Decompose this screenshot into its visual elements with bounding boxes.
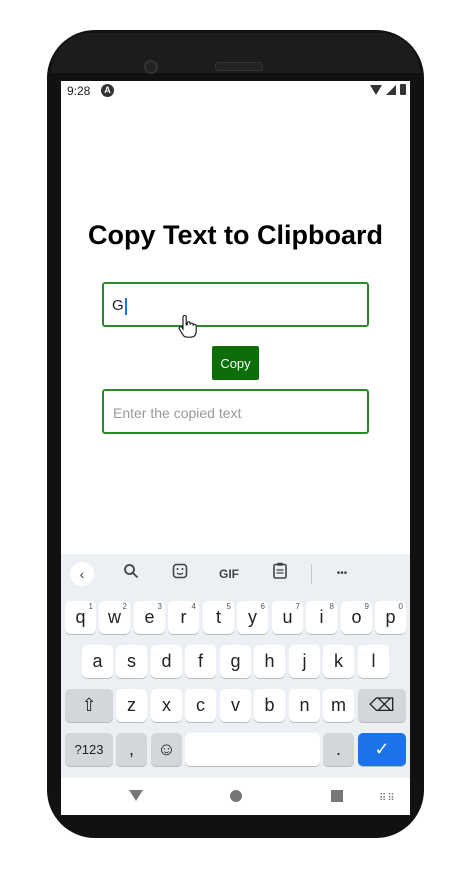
comma-key[interactable]: , — [116, 733, 147, 766]
nav-recents-icon[interactable] — [331, 790, 343, 802]
key-c[interactable]: c — [185, 689, 216, 722]
key-z[interactable]: z — [116, 689, 147, 722]
enter-key[interactable]: ✓ — [358, 733, 406, 766]
key-v[interactable]: v — [220, 689, 251, 722]
key-label: o — [351, 607, 362, 627]
key-hint: 4 — [191, 602, 196, 611]
input-value: G — [112, 297, 124, 314]
battery-icon — [400, 84, 406, 95]
key-hint: 1 — [88, 602, 93, 611]
status-bar: 9:28 A — [61, 81, 410, 101]
key-k[interactable]: k — [323, 645, 354, 678]
front-camera — [144, 60, 158, 74]
sticker-icon[interactable] — [168, 562, 192, 586]
key-hint: 6 — [260, 602, 265, 611]
key-label: e — [144, 607, 155, 627]
key-label: y — [248, 607, 257, 627]
key-hint: 8 — [329, 602, 334, 611]
key-b[interactable]: b — [254, 689, 285, 722]
keyboard-toolbar: ‹ GIF ••• — [61, 554, 410, 594]
copy-text-input[interactable]: G — [102, 282, 369, 327]
key-hint: 0 — [398, 602, 403, 611]
search-icon[interactable] — [119, 562, 143, 586]
key-l[interactable]: l — [358, 645, 389, 678]
period-key[interactable]: . — [323, 733, 354, 766]
gif-button[interactable]: GIF — [213, 562, 245, 586]
backspace-key[interactable]: ⌫ — [358, 689, 406, 722]
key-r[interactable]: r4 — [168, 601, 199, 634]
key-o[interactable]: o9 — [341, 601, 372, 634]
earpiece-speaker — [215, 62, 263, 71]
key-label: t — [215, 607, 221, 627]
more-options-icon[interactable]: ••• — [330, 562, 354, 586]
toolbar-divider — [311, 564, 312, 584]
key-hint: 2 — [122, 602, 127, 611]
key-u[interactable]: u7 — [272, 601, 303, 634]
signal-icon — [386, 84, 396, 95]
key-g[interactable]: g — [220, 645, 251, 678]
key-d[interactable]: d — [151, 645, 182, 678]
key-m[interactable]: m — [323, 689, 354, 722]
key-i[interactable]: i8 — [306, 601, 337, 634]
key-w[interactable]: w2 — [99, 601, 130, 634]
keyboard-back-icon[interactable]: ‹ — [70, 562, 94, 586]
input-value-wrap: G — [112, 297, 127, 315]
key-label: q — [75, 607, 86, 627]
key-h[interactable]: h — [254, 645, 285, 678]
keyboard-switch-icon[interactable]: ⠿⠿ — [379, 793, 396, 804]
key-y[interactable]: y6 — [237, 601, 268, 634]
hand-cursor-icon — [177, 314, 197, 345]
paste-text-input[interactable]: Enter the copied text — [102, 389, 369, 434]
key-hint: 7 — [295, 602, 300, 611]
key-s[interactable]: s — [116, 645, 147, 678]
spacebar[interactable] — [185, 733, 320, 766]
key-q[interactable]: q1 — [65, 601, 96, 634]
nav-home-icon[interactable] — [230, 790, 242, 802]
system-nav-bar: ⠿⠿ — [61, 778, 410, 815]
clipboard-icon[interactable] — [268, 562, 292, 586]
key-hint: 5 — [226, 602, 231, 611]
status-time: 9:28 — [67, 84, 91, 98]
key-label: r — [180, 607, 187, 627]
phone-screen: 9:28 A Copy Text to Clipboard G Copy Ent… — [61, 81, 410, 815]
symbols-key[interactable]: ?123 — [65, 733, 113, 766]
notification-icon: A — [101, 84, 114, 97]
text-caret — [124, 297, 127, 315]
wifi-icon — [370, 84, 382, 95]
key-label: p — [385, 607, 396, 627]
key-f[interactable]: f — [185, 645, 216, 678]
paste-input-placeholder: Enter the copied text — [113, 405, 242, 421]
soft-keyboard: ‹ GIF ••• q1 w2 e3 r4 t5 y6 u7 i8 o9 p0 … — [61, 554, 410, 778]
key-j[interactable]: j — [289, 645, 320, 678]
emoji-key[interactable]: ☺ — [151, 733, 182, 766]
page-title: Copy Text to Clipboard — [88, 220, 383, 250]
shift-key[interactable]: ⇧ — [65, 689, 113, 722]
key-t[interactable]: t5 — [203, 601, 234, 634]
key-label: i — [319, 607, 324, 627]
key-x[interactable]: x — [151, 689, 182, 722]
key-label: w — [108, 607, 121, 627]
key-label: u — [282, 607, 293, 627]
key-hint: 3 — [157, 602, 162, 611]
status-icons — [370, 84, 406, 95]
key-p[interactable]: p0 — [375, 601, 406, 634]
key-a[interactable]: a — [82, 645, 113, 678]
key-e[interactable]: e3 — [134, 601, 165, 634]
copy-button[interactable]: Copy — [212, 346, 259, 380]
key-n[interactable]: n — [289, 689, 320, 722]
key-hint: 9 — [364, 602, 369, 611]
nav-back-icon[interactable] — [129, 790, 143, 801]
